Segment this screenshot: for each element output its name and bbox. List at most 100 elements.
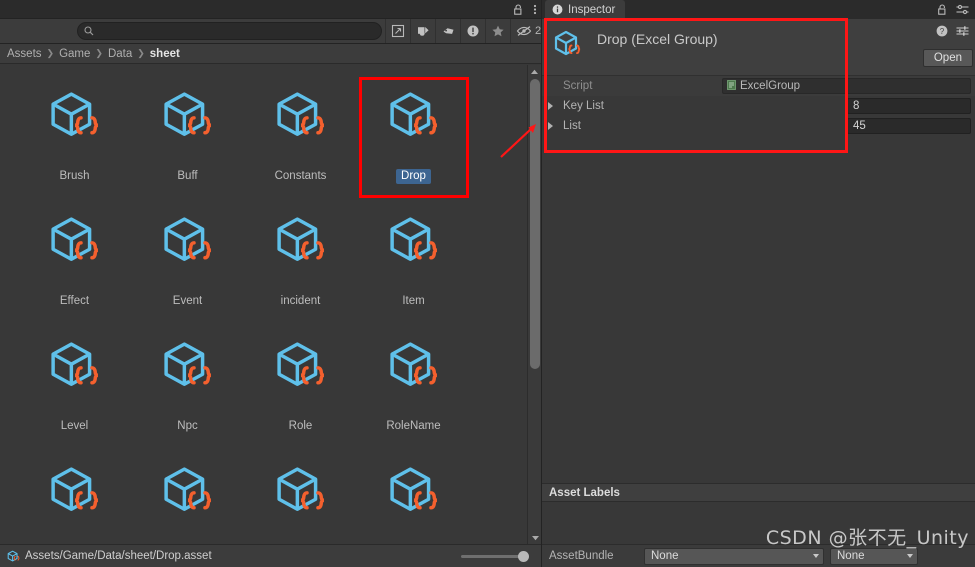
settings-icon[interactable] <box>956 4 969 16</box>
scriptable-object-icon <box>6 549 21 564</box>
asset-item-label: Effect <box>59 295 90 307</box>
breadcrumb: Assets ❯ Game ❯ Data ❯ sheet <box>0 44 541 64</box>
project-tab-controls <box>513 0 537 19</box>
scriptable-object-icon <box>44 335 106 397</box>
script-object-field[interactable]: ExcelGroup <box>722 78 971 94</box>
svg-text:?: ? <box>940 27 945 36</box>
tab-inspector[interactable]: Inspector <box>545 0 626 19</box>
lock-icon[interactable] <box>937 3 948 16</box>
help-icon[interactable]: ? <box>936 25 948 37</box>
foldout-triangle-icon[interactable] <box>548 122 553 130</box>
scriptable-object-icon <box>157 85 219 147</box>
breadcrumb-item-assets[interactable]: Assets <box>7 48 42 60</box>
scriptable-object-icon <box>270 85 332 147</box>
scriptable-object-icon <box>383 210 445 272</box>
scroll-up-arrow-icon[interactable] <box>528 65 541 78</box>
asset-item-label: Brush <box>59 170 90 182</box>
breadcrumb-item-game[interactable]: Game <box>59 48 90 60</box>
scriptable-object-icon <box>383 460 445 522</box>
scroll-down-arrow-icon[interactable] <box>528 531 542 544</box>
filter-by-type-icon[interactable] <box>410 19 435 43</box>
assetbundle-variant-dropdown[interactable]: None <box>830 547 918 565</box>
asset-item-item[interactable]: Item <box>357 202 470 327</box>
lock-icon[interactable] <box>513 3 524 16</box>
foldout-triangle-icon[interactable] <box>548 102 553 110</box>
asset-item-brush[interactable]: Brush <box>18 77 131 202</box>
property-row-key-list: Key List 8 <box>542 96 975 116</box>
project-panel: 22 Assets ❯ Game ❯ Data ❯ sheet Brush Buff Con… <box>0 0 547 567</box>
asset-item-label: Event <box>172 295 203 307</box>
asset-item-label: Npc <box>177 420 198 432</box>
chevron-down-icon <box>907 554 913 558</box>
asset-item-effect[interactable]: Effect <box>18 202 131 327</box>
asset-item-event[interactable]: Event <box>131 202 244 327</box>
star-favorite-icon[interactable] <box>485 19 510 43</box>
chevron-down-icon <box>813 554 819 558</box>
inspector-tab-controls <box>937 0 969 19</box>
eye-off-icon <box>516 25 532 37</box>
asset-item[interactable] <box>131 452 244 544</box>
open-button[interactable]: Open <box>922 49 973 67</box>
asset-item-incident[interactable]: incident <box>244 202 357 327</box>
assetbundle-name-value: None <box>651 550 679 562</box>
array-size-field[interactable]: 45 <box>847 118 971 134</box>
script-value: ExcelGroup <box>740 80 801 92</box>
scriptable-object-icon <box>383 85 445 147</box>
asset-grid-scrollbar[interactable] <box>527 65 541 544</box>
scrollbar-thumb[interactable] <box>530 79 540 369</box>
project-filter-buttons: 22 <box>385 19 551 43</box>
property-label: Script <box>563 80 593 92</box>
property-label: List <box>563 120 581 132</box>
asset-item-label: Item <box>402 295 425 307</box>
kebab-menu-icon[interactable] <box>533 3 537 16</box>
project-tabbar <box>0 0 541 19</box>
scriptable-object-icon <box>157 460 219 522</box>
asset-item-npc[interactable]: Npc <box>131 327 244 452</box>
search-field-wrapper[interactable] <box>77 22 382 40</box>
breadcrumb-item-sheet[interactable]: sheet <box>150 48 180 60</box>
property-label: Key List <box>563 100 604 112</box>
asset-item-level[interactable]: Level <box>18 327 131 452</box>
asset-item-label: RoleName <box>386 420 441 432</box>
preset-icon[interactable] <box>956 25 969 37</box>
assetbundle-name-dropdown[interactable]: None <box>644 547 824 565</box>
asset-item-label: Role <box>288 420 313 432</box>
property-row-script: Script ExcelGroup <box>542 76 975 96</box>
asset-grid: Brush Buff Constants Drop Effect Event i… <box>0 65 527 544</box>
scriptable-object-icon <box>157 335 219 397</box>
inspector-object-header: Drop (Excel Group) ? Open <box>542 19 975 76</box>
asset-item[interactable] <box>357 452 470 544</box>
selected-asset-path: Assets/Game/Data/sheet/Drop.asset <box>25 550 212 562</box>
asset-item-label: Level <box>60 420 89 432</box>
asset-item[interactable] <box>244 452 357 544</box>
asset-item[interactable] <box>18 452 131 544</box>
inspector-body: Drop (Excel Group) ? Open Script ExcelGro… <box>542 19 975 567</box>
project-status-bar: Assets/Game/Data/sheet/Drop.asset <box>0 544 541 567</box>
script-file-icon <box>727 79 736 93</box>
inspector-properties: Script ExcelGroup Key List 8 List 45 <box>542 76 975 136</box>
search-expand-icon[interactable] <box>385 19 410 43</box>
asset-item-drop[interactable]: Drop <box>357 77 470 202</box>
assetbundle-label: AssetBundle <box>549 550 614 562</box>
array-size-field[interactable]: 8 <box>847 98 971 114</box>
search-input[interactable] <box>99 25 375 37</box>
inspector-object-title: Drop (Excel Group) <box>597 31 718 47</box>
breadcrumb-item-data[interactable]: Data <box>108 48 132 60</box>
asset-item-role[interactable]: Role <box>244 327 357 452</box>
asset-item-label: incident <box>280 295 321 307</box>
asset-item-buff[interactable]: Buff <box>131 77 244 202</box>
asset-grid-area: Brush Buff Constants Drop Effect Event i… <box>0 65 541 544</box>
grid-zoom-slider-knob[interactable] <box>518 551 529 562</box>
inspector-tabbar: Inspector <box>542 0 975 19</box>
unity-editor-window: 22 Assets ❯ Game ❯ Data ❯ sheet Brush Buff Con… <box>0 0 975 567</box>
asset-labels-body[interactable] <box>542 502 975 525</box>
warning-filter-icon[interactable] <box>460 19 485 43</box>
property-row-list: List 45 <box>542 116 975 136</box>
asset-item-label: Constants <box>274 170 327 182</box>
breadcrumb-separator: ❯ <box>95 48 103 58</box>
filter-by-label-icon[interactable] <box>435 19 460 43</box>
asset-item-constants[interactable]: Constants <box>244 77 357 202</box>
asset-item-rolename[interactable]: RoleName <box>357 327 470 452</box>
scriptable-object-icon <box>270 460 332 522</box>
scriptable-object-icon <box>44 85 106 147</box>
